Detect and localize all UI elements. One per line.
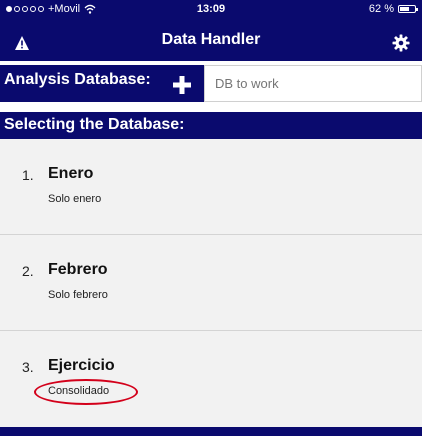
section-header: Selecting the Database:: [0, 112, 422, 139]
item-number: 3.: [22, 359, 34, 375]
database-input[interactable]: [204, 65, 422, 102]
battery-percent: 62 %: [368, 3, 394, 15]
item-title: Ejercicio: [48, 357, 115, 374]
highlight-circle: [34, 379, 138, 405]
plus-icon[interactable]: [171, 74, 193, 96]
analysis-label: Analysis Database:: [4, 71, 151, 88]
gear-icon[interactable]: [392, 34, 410, 52]
page-title: Data Handler: [161, 31, 261, 48]
item-number: 1.: [22, 167, 34, 183]
item-title: Enero: [48, 165, 94, 182]
list-item-enero[interactable]: 1. Enero Solo enero: [0, 139, 422, 235]
nav-bar: Data Handler: [0, 19, 422, 61]
status-bar: +Movil 13:09 62 %: [0, 0, 422, 19]
section-title: Selecting the Database:: [4, 116, 185, 133]
item-title: Febrero: [48, 261, 108, 278]
status-right: 62 %: [368, 3, 418, 15]
bottom-bar: [0, 427, 422, 436]
list-item-febrero[interactable]: 2. Febrero Solo febrero: [0, 235, 422, 331]
database-list: 1. Enero Solo enero 2. Febrero Solo febr…: [0, 139, 422, 427]
item-subtitle: Solo enero: [48, 193, 102, 205]
item-number: 2.: [22, 263, 34, 279]
list-item-ejercicio[interactable]: 3. Ejercicio Consolidado: [0, 331, 422, 427]
status-time: 13:09: [196, 3, 226, 15]
battery-icon: [398, 5, 418, 13]
item-subtitle: Solo febrero: [48, 289, 108, 301]
